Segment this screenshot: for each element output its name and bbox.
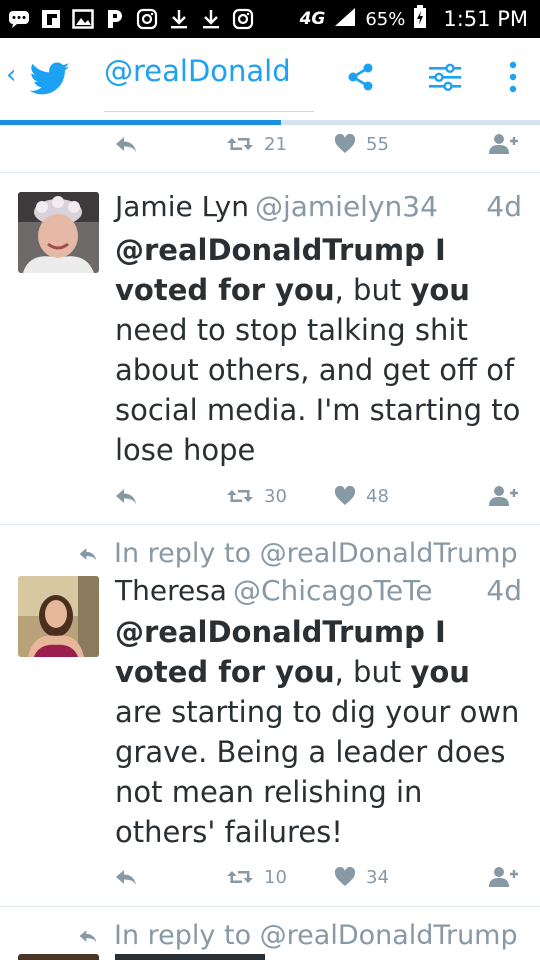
tweet-text-span: need to stop talking shit about others, … [115,313,521,467]
like-count: 55 [366,133,389,155]
reply-context: In reply to @realDonaldTrump [78,920,518,951]
filter-icon[interactable] [426,58,464,96]
reply-icon[interactable] [114,481,138,511]
instagram-icon [232,8,254,30]
notification-icons [8,4,254,34]
like-button[interactable]: 34 [334,862,389,892]
battery-icon [413,4,427,34]
back-button[interactable]: ‹ [6,60,16,90]
download-icon [168,8,190,30]
reply-context-text[interactable]: In reply to @realDonaldTrump [114,920,518,951]
avatar[interactable] [18,576,99,657]
reply-context-icon [79,547,97,561]
follow-icon[interactable] [488,129,522,159]
tweet-text-span: are starting to dig your own grave. Bein… [115,695,520,849]
tweet-text: @realDonaldTrump I voted for you, but yo… [115,612,525,852]
download-icon [200,8,222,30]
overflow-menu-icon[interactable] [494,58,532,96]
like-count: 34 [366,866,389,888]
avatar[interactable] [18,954,99,960]
tweet-text-span: , but [334,655,411,689]
share-icon[interactable] [342,58,380,96]
flipboard-icon [40,8,62,30]
retweet-button[interactable]: 21 [226,129,287,159]
twitter-bird-icon[interactable] [29,62,70,100]
like-button[interactable]: 55 [334,129,389,159]
user-handle[interactable]: @ChicagoTeTe [233,574,433,607]
follow-icon[interactable] [488,481,522,511]
title-underline [104,111,314,112]
system-status: 4G 65% 1:51 PM [300,0,528,38]
tweet-text: @realDonaldTrump I voted for you, but yo… [115,230,525,470]
user-name[interactable]: Jamie Lyn [115,190,249,223]
tweet-actions: 21 55 [0,129,540,159]
tweet-text-span: , but [334,273,411,307]
tweet[interactable]: Jamie Lyn @jamielyn34 4d @realDonaldTrump… [0,172,540,524]
network-type: 4G [299,9,326,29]
reply-context-text[interactable]: In reply to @realDonaldTrump [114,538,518,569]
tweet-time: 4d [486,190,522,223]
tweet-text-bold: you [410,273,470,307]
tweet-text-bold: you [410,655,470,689]
tweet-actions: 10 34 [0,862,540,892]
retweet-count: 30 [264,485,287,507]
retweet-count: 10 [264,866,287,888]
retweet-button[interactable]: 30 [226,481,287,511]
pandora-icon [104,8,126,30]
tweet-actions: 30 48 [0,481,540,511]
tweet-header: Jamie Lyn @jamielyn34 4d [115,190,522,224]
status-bar: 4G 65% 1:51 PM [0,0,540,38]
gallery-icon [72,8,94,30]
reply-icon[interactable] [114,862,138,892]
follow-icon[interactable] [488,862,522,892]
divider [0,906,540,907]
user-name-partial [115,954,265,960]
loading-progress-bar [0,120,540,125]
chat-icon [8,8,30,30]
tweet[interactable]: In reply to @realDonaldTrump Theresa @Chi… [0,524,540,906]
clock: 1:51 PM [443,7,528,31]
app-bar: ‹ @realDonald [0,38,540,122]
like-count: 48 [366,485,389,507]
signal-icon [333,6,357,33]
avatar[interactable] [18,192,99,273]
retweet-button[interactable]: 10 [226,862,287,892]
tweet-header: Theresa @ChicagoTeTe 4d [115,574,522,608]
battery-percent: 65% [365,8,406,30]
reply-context-icon [79,929,97,943]
search-title[interactable]: @realDonald [104,54,310,100]
like-button[interactable]: 48 [334,481,389,511]
reply-icon[interactable] [114,129,138,159]
user-handle[interactable]: @jamielyn34 [255,190,438,223]
instagram-icon [136,8,158,30]
retweet-count: 21 [264,133,287,155]
loading-progress-fill [0,120,281,125]
user-name[interactable]: Theresa [115,574,227,607]
tweet-time: 4d [486,574,522,607]
reply-context: In reply to @realDonaldTrump [78,538,518,569]
